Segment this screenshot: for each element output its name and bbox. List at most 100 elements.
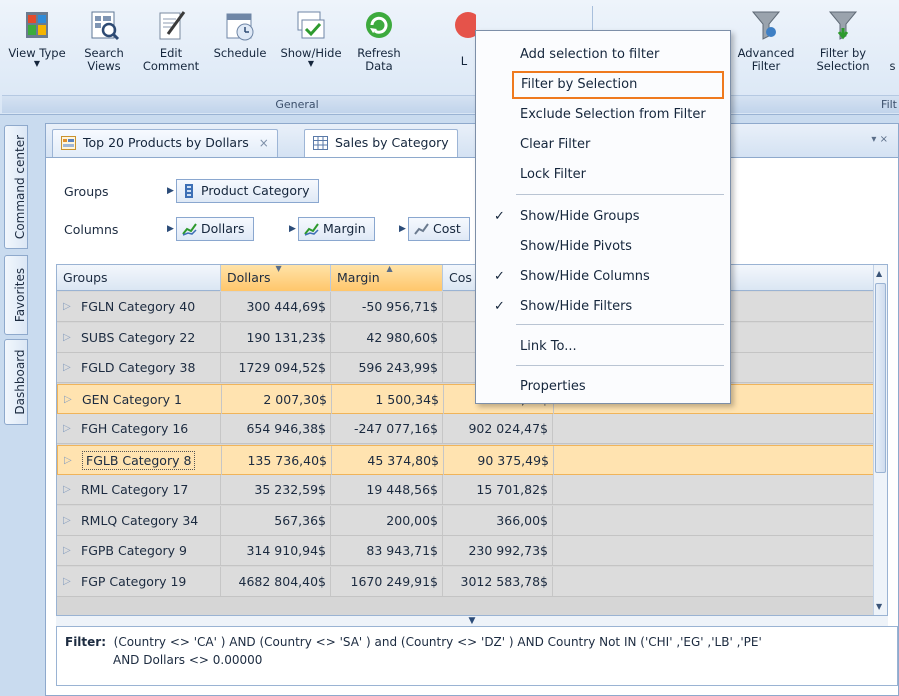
- menu-item-clear-filter[interactable]: Clear Filter: [476, 131, 730, 159]
- refresh-data-button[interactable]: Refresh Data: [350, 8, 408, 73]
- cell-margin[interactable]: 42 980,60$: [331, 322, 443, 352]
- menu-item-show-hide-pivots[interactable]: Show/Hide Pivots: [476, 233, 730, 261]
- cell-group-name[interactable]: ▷ SUBS Category 22: [57, 322, 221, 352]
- cell-group-name[interactable]: ▷ FGH Category 16: [57, 414, 221, 443]
- cell-dollars[interactable]: 314 910,94$: [221, 536, 331, 565]
- table-row[interactable]: ▷FGLN Category 40300 444,69$-50 956,71$3…: [57, 292, 875, 322]
- expand-row-icon[interactable]: ▷: [63, 475, 71, 504]
- menu-item-filter-by-selection[interactable]: Filter by Selection: [512, 71, 724, 99]
- refresh-icon: [362, 8, 396, 42]
- menu-item-properties[interactable]: Properties: [476, 373, 730, 401]
- advanced-filter-button[interactable]: Advanced Filter: [737, 8, 795, 73]
- menu-item-show-hide-filters[interactable]: ✓ Show/Hide Filters: [476, 293, 730, 321]
- side-tab-dashboard[interactable]: Dashboard: [4, 339, 28, 425]
- chevron-down-icon: ▼: [33, 59, 41, 68]
- grid-vertical-scrollbar[interactable]: ▲ ▼: [873, 265, 887, 615]
- cell-cost[interactable]: 3012 583,78$: [443, 566, 553, 596]
- tab-list-menu-icon[interactable]: ▾ ×: [871, 134, 888, 145]
- table-row[interactable]: ▷SUBS Category 22190 131,23$42 980,60$14: [57, 322, 875, 353]
- filter-splitter[interactable]: ▼: [56, 616, 888, 626]
- cell-margin[interactable]: 596 243,99$: [331, 353, 443, 382]
- expand-row-icon[interactable]: ▷: [64, 385, 72, 414]
- table-row[interactable]: ▷ RML Category 17 35 232,59$ 19 448,56$ 15 7…: [57, 475, 875, 505]
- menu-item-lock-filter[interactable]: Lock Filter: [476, 161, 730, 189]
- table-row[interactable]: ▷GEN Category 12 007,30$1 500,34$506,80$: [57, 383, 875, 414]
- expand-row-icon[interactable]: ▷: [63, 323, 71, 352]
- cell-dollars[interactable]: 654 946,38$: [221, 414, 331, 443]
- cell-margin[interactable]: -247 077,16$: [331, 414, 443, 443]
- view-type-button[interactable]: View Type ▼: [6, 8, 68, 68]
- expand-row-icon[interactable]: ▷: [63, 567, 71, 596]
- cell-dollars[interactable]: 190 131,23$: [221, 322, 331, 352]
- expand-row-icon[interactable]: ▷: [63, 506, 71, 535]
- cell-group-name[interactable]: ▷ RMLQ Category 34: [57, 505, 221, 535]
- filter-by-selection-ribbon-button[interactable]: Filter by Selection: [810, 8, 876, 73]
- cell-margin[interactable]: 19 448,56$: [331, 475, 443, 504]
- cell-dollars[interactable]: 567,36$: [221, 505, 331, 535]
- scroll-thumb[interactable]: [875, 283, 886, 473]
- menu-separator: [516, 324, 724, 325]
- calendar-icon: [223, 8, 257, 42]
- table-row[interactable]: ▷ FGPB Category 9 314 910,94$ 83 943,71$ 230…: [57, 536, 875, 566]
- cell-margin[interactable]: 45 374,80$: [332, 445, 444, 475]
- cell-group-name[interactable]: ▷ FGPB Category 9: [57, 536, 221, 565]
- table-row[interactable]: ▷ RMLQ Category 34 567,36$ 200,00$ 366,00$: [57, 505, 875, 536]
- table-row[interactable]: ▷ FGLB Category 8 135 736,40$ 45 374,80$ 90 …: [57, 444, 875, 475]
- cell-dollars[interactable]: 2 007,30$: [222, 384, 332, 414]
- cell-margin[interactable]: -50 956,71$: [331, 292, 443, 321]
- cell-group-name[interactable]: ▷ GEN Category 1: [58, 384, 222, 414]
- header-margin[interactable]: ▲ Margin: [331, 265, 443, 291]
- edit-comment-button[interactable]: Edit Comment: [140, 8, 202, 73]
- table-row[interactable]: ▷ FGP Category 19 4682 804,40$ 1670 249,91$…: [57, 566, 875, 597]
- table-row[interactable]: ▷ FGLD Category 38 1729 094,52$ 596 243,99$…: [57, 353, 875, 383]
- column-chip-dollars[interactable]: Dollars: [176, 217, 254, 241]
- cell-cost[interactable]: 15 701,82$: [443, 475, 553, 504]
- cell-dollars[interactable]: 35 232,59$: [221, 475, 331, 504]
- partial-button[interactable]: L: [452, 8, 481, 68]
- menu-item-exclude-selection[interactable]: Exclude Selection from Filter: [476, 101, 730, 129]
- filter-label: Filter:: [65, 635, 107, 649]
- cell-dollars[interactable]: 4682 804,40$: [221, 566, 331, 596]
- cell-group-name[interactable]: ▷ RML Category 17: [57, 475, 221, 504]
- cell-cost[interactable]: 366,00$: [443, 505, 553, 535]
- cell-margin[interactable]: 1670 249,91$: [331, 566, 443, 596]
- cell-margin[interactable]: 83 943,71$: [331, 536, 443, 565]
- table-row[interactable]: ▷ FGH Category 16 654 946,38$ -247 077,16$ 9…: [57, 414, 875, 444]
- context-menu: Add selection to filter Filter by Selecti…: [475, 30, 731, 404]
- cell-margin[interactable]: 200,00$: [331, 505, 443, 535]
- column-chip-margin[interactable]: Margin: [298, 217, 375, 241]
- header-groups[interactable]: Groups: [57, 265, 221, 291]
- schedule-button[interactable]: Schedule: [208, 8, 272, 60]
- column-chip-cost[interactable]: Cost: [408, 217, 470, 241]
- show-hide-button[interactable]: Show/Hide ▼: [278, 8, 344, 68]
- menu-item-show-hide-columns[interactable]: ✓ Show/Hide Columns: [476, 263, 730, 291]
- tab-sales-by-category[interactable]: Sales by Category: [304, 129, 458, 157]
- cell-group-name[interactable]: ▷ FGP Category 19: [57, 566, 221, 596]
- cell-cost[interactable]: 90 375,49$: [444, 445, 554, 475]
- header-dollars[interactable]: ▼ Dollars: [221, 265, 331, 291]
- group-chip-product-category[interactable]: Product Category: [176, 179, 319, 203]
- menu-item-link-to[interactable]: Link To...: [476, 333, 730, 361]
- menu-item-show-hide-groups[interactable]: ✓ Show/Hide Groups: [476, 203, 730, 231]
- side-tab-command-center[interactable]: Command center: [4, 125, 28, 249]
- expand-row-icon[interactable]: ▷: [63, 414, 71, 443]
- cell-cost[interactable]: 902 024,47$: [443, 414, 553, 443]
- expand-row-icon[interactable]: ▷: [63, 353, 71, 382]
- close-icon[interactable]: ×: [259, 136, 269, 150]
- cell-cost[interactable]: 230 992,73$: [443, 536, 553, 565]
- expand-row-icon[interactable]: ▷: [64, 446, 72, 475]
- cell-dollars[interactable]: 135 736,40$: [222, 445, 332, 475]
- scroll-down-icon[interactable]: ▼: [876, 602, 882, 611]
- expand-row-icon[interactable]: ▷: [63, 292, 71, 321]
- tab-top-20-products[interactable]: Top 20 Products by Dollars ×: [52, 129, 278, 157]
- search-views-button[interactable]: Search Views: [74, 8, 134, 73]
- expand-row-icon[interactable]: ▷: [63, 536, 71, 565]
- cell-margin[interactable]: 1 500,34$: [332, 384, 444, 414]
- scroll-up-icon[interactable]: ▲: [876, 269, 882, 278]
- cell-group-name[interactable]: ▷ FGLB Category 8: [58, 445, 222, 475]
- cell-group-name[interactable]: ▷ FGLN Category 40: [57, 292, 221, 321]
- cell-dollars[interactable]: 300 444,69$: [221, 292, 331, 321]
- menu-item-add-selection-to-filter[interactable]: Add selection to filter: [476, 41, 730, 69]
- cell-group-name[interactable]: ▷ FGLD Category 38: [57, 353, 221, 382]
- cell-dollars[interactable]: 1729 094,52$: [221, 353, 331, 382]
